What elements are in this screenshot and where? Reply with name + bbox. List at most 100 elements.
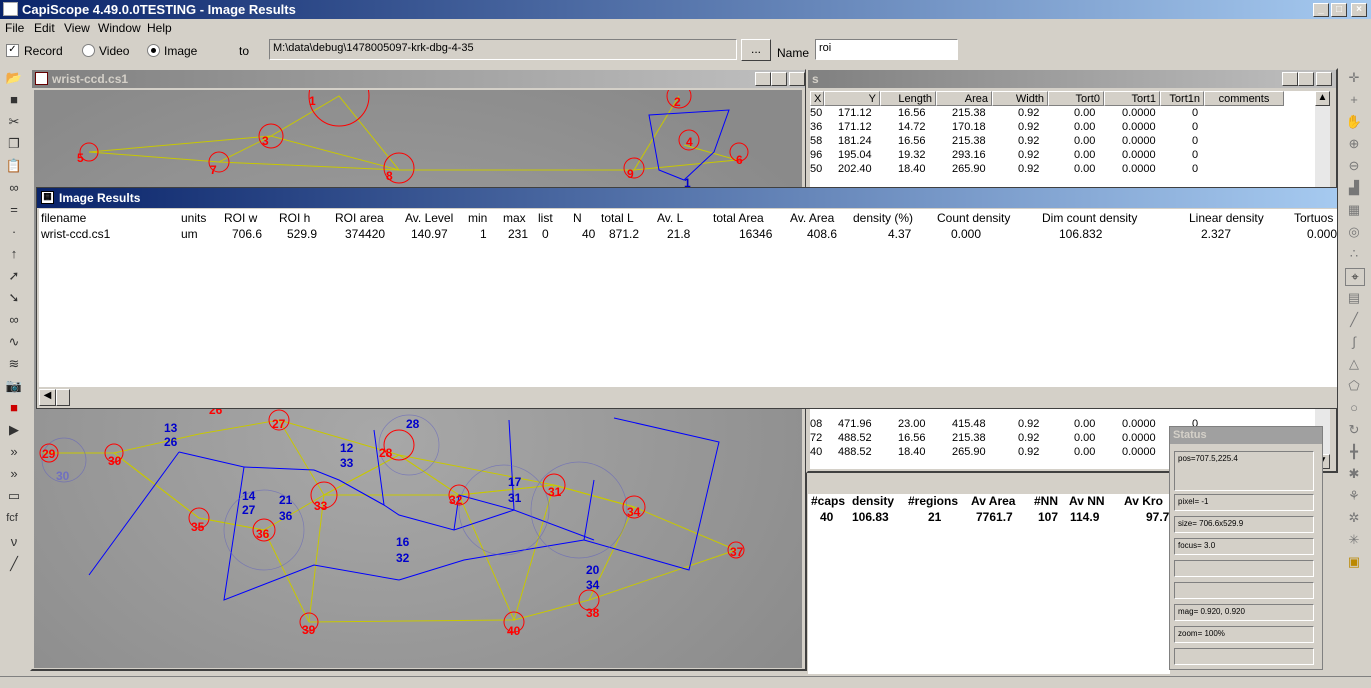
scroll-left-icon[interactable]: ◀ [39, 389, 56, 406]
results-value-row[interactable]: wrist-ccd.cs1 um 706.6 529.9 374420 140.… [39, 227, 1337, 243]
close-button[interactable]: × [1351, 3, 1367, 17]
crosshair-icon[interactable]: ✛ [1345, 70, 1363, 86]
v-roiw: 706.6 [232, 227, 263, 241]
fcf-icon[interactable]: fcf [3, 512, 21, 524]
camera-red-icon[interactable]: ■ [5, 400, 23, 415]
forward-icon[interactable]: ➘ [5, 290, 23, 306]
equals-icon[interactable]: = [5, 202, 23, 217]
region-label: 20 [586, 563, 600, 577]
copy-icon[interactable]: ❐ [5, 136, 23, 152]
grid-icon[interactable]: ▦ [1345, 202, 1363, 218]
link-icon[interactable]: ∞ [5, 180, 23, 195]
shape-icon[interactable]: ⬠ [1345, 378, 1363, 394]
play-icon[interactable]: ▶ [5, 422, 23, 438]
glasses-icon[interactable]: ∞ [5, 312, 23, 327]
grid2-icon[interactable]: ▤ [1345, 290, 1363, 306]
image-tool-icon[interactable]: ▣ [1345, 554, 1363, 570]
summary-v-caps: 40 [820, 510, 834, 524]
status-zoom: zoom= 100% [1174, 626, 1314, 643]
video-radio[interactable] [82, 44, 95, 57]
col-tort0[interactable]: Tort0 [1048, 91, 1104, 106]
poly-icon[interactable]: △ [1345, 356, 1363, 372]
record-label: Record [24, 44, 63, 58]
summary-h-avarea: Av Area [971, 494, 1016, 508]
name-field[interactable]: roi [815, 39, 958, 60]
cross2-icon[interactable]: ╋ [1345, 444, 1363, 460]
scroll-up-icon[interactable]: ▲ [1315, 91, 1330, 106]
table-window-minimize[interactable]: _ [1282, 72, 1298, 86]
paste-icon[interactable]: 📋 [5, 158, 23, 174]
region-label: 14 [242, 489, 256, 503]
h-density: density (%) [853, 211, 914, 225]
image-window-minimize[interactable]: _ [755, 72, 771, 86]
col-width[interactable]: Width [992, 91, 1048, 106]
h-max: max [503, 211, 526, 225]
wave2-icon[interactable]: ≋ [5, 356, 23, 372]
image-radio[interactable] [147, 44, 160, 57]
image-window-close[interactable]: × [789, 72, 805, 86]
zoom-out-icon[interactable]: ⊖ [1345, 158, 1363, 174]
col-x[interactable]: X [810, 91, 824, 106]
table-window-close[interactable]: × [1316, 72, 1332, 86]
line-icon[interactable]: ╱ [5, 556, 23, 572]
minimize-button[interactable]: _ [1313, 3, 1329, 17]
col-tort1[interactable]: Tort1 [1104, 91, 1160, 106]
point-icon[interactable]: · [5, 224, 23, 239]
table-window-maximize[interactable]: □ [1298, 72, 1314, 86]
rotate-icon[interactable]: ↻ [1345, 422, 1363, 438]
star-icon[interactable]: ✲ [1345, 510, 1363, 526]
curve-icon[interactable]: ∫ [1345, 334, 1363, 349]
h-n: N [573, 211, 582, 225]
target-icon[interactable]: ◎ [1345, 224, 1363, 240]
browse-button[interactable]: ... [741, 39, 771, 61]
move-icon[interactable]: ➚ [5, 268, 23, 284]
zoom-in-icon[interactable]: ⊕ [1345, 136, 1363, 152]
col-comments[interactable]: comments [1204, 91, 1284, 106]
wave-icon[interactable]: ∿ [5, 334, 23, 350]
col-y[interactable]: Y [824, 91, 880, 106]
cap-label: 2 [674, 95, 681, 109]
col-length[interactable]: Length [880, 91, 936, 106]
bucket-icon[interactable]: ▟ [1345, 180, 1363, 196]
region-label: 12 [340, 441, 354, 455]
fast-forward-icon[interactable]: » [5, 466, 23, 481]
path-field[interactable]: M:\data\debug\1478005097-krk-dbg-4-35 [269, 39, 737, 60]
cap-label: 3 [262, 134, 269, 148]
menu-view[interactable]: View [64, 21, 90, 35]
results-hscrollbar[interactable]: ◀ [39, 389, 1337, 406]
menu-window[interactable]: Window [98, 21, 141, 35]
menu-help[interactable]: Help [147, 21, 172, 35]
record-checkbox[interactable]: ✓ [6, 44, 19, 57]
chevron-right-icon[interactable]: » [5, 444, 23, 459]
circle-icon[interactable]: ○ [1345, 400, 1363, 415]
open-icon[interactable]: 📂 [5, 70, 23, 86]
pen-icon[interactable]: ╱ [1345, 312, 1363, 328]
menu-bar: File Edit View Window Help [0, 19, 1371, 38]
nu-icon[interactable]: ν [5, 534, 23, 549]
cut-icon[interactable]: ✂ [5, 114, 23, 130]
col-tort1n[interactable]: Tort1n [1160, 91, 1204, 106]
node-icon[interactable]: ✱ [1345, 466, 1363, 482]
rect-icon[interactable]: ▭ [5, 488, 23, 504]
menu-edit[interactable]: Edit [34, 21, 55, 35]
summary-v-avkro: 97.7 [1146, 510, 1170, 524]
region-label: 21 [279, 493, 293, 507]
star2-icon[interactable]: ✳ [1345, 532, 1363, 548]
scroll-thumb[interactable] [56, 389, 70, 406]
image-window-maximize[interactable]: □ [771, 72, 787, 86]
dots-icon[interactable]: ∴ [1345, 246, 1363, 262]
select-icon[interactable]: ⌖ [1345, 268, 1365, 286]
menu-file[interactable]: File [5, 21, 24, 35]
branch-icon[interactable]: ⚘ [1345, 488, 1363, 504]
table-header: X Y Length Area Width Tort0 Tort1 Tort1n… [810, 91, 1315, 106]
arrow-icon[interactable]: ↑ [5, 246, 23, 261]
plus-icon[interactable]: + [1345, 92, 1363, 107]
maximize-button[interactable]: □ [1331, 3, 1347, 17]
camera-icon[interactable]: 📷 [5, 378, 23, 394]
v-avarea: 408.6 [807, 227, 838, 241]
bottom-strip [0, 676, 1371, 688]
save-icon[interactable]: ■ [5, 92, 23, 107]
status-blank4 [1174, 648, 1314, 665]
col-area[interactable]: Area [936, 91, 992, 106]
hand-icon[interactable]: ✋ [1345, 114, 1363, 130]
